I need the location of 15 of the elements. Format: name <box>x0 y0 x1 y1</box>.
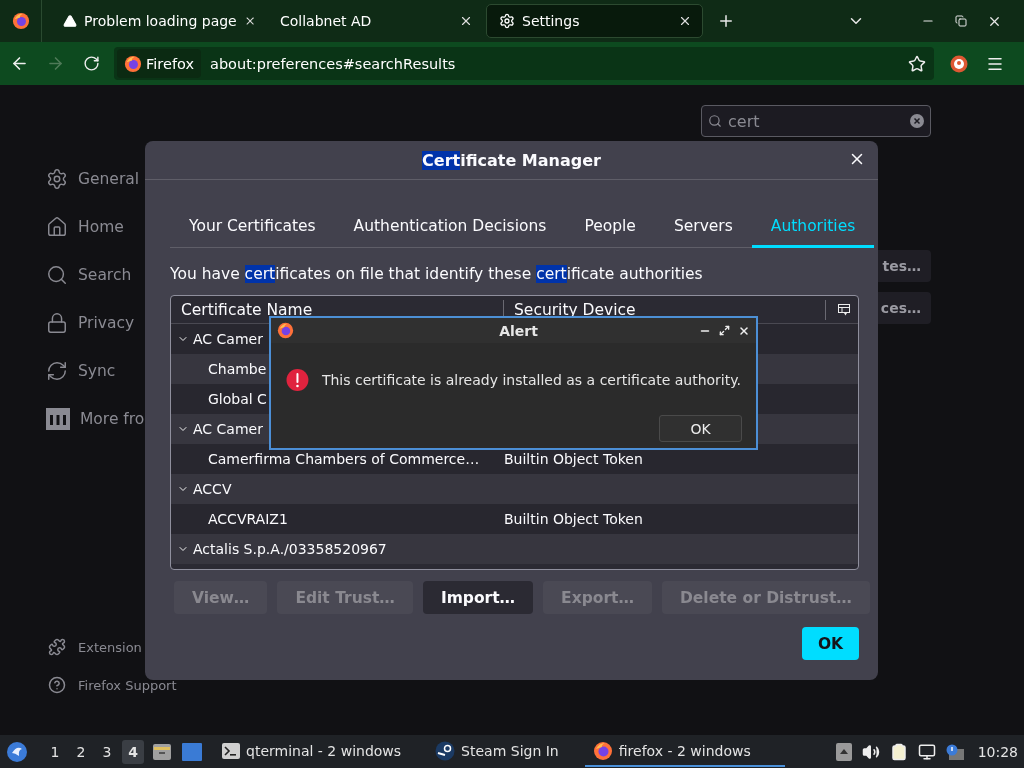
table-cell: AC Camer <box>193 331 263 347</box>
table-cell: ACCVRAIZ1 <box>208 511 288 527</box>
table-cell: Global C <box>208 391 267 407</box>
alert-title: Alert <box>498 322 539 339</box>
table-cell: Actalis S.p.A./03358520967 <box>193 541 387 557</box>
table-cell: Camerfirma Chambers of Commerce… <box>208 451 480 467</box>
table-cell: Builtin Object Token <box>504 511 643 527</box>
clock: 10:28 <box>977 743 1018 760</box>
description: You have certificates on file that identify these certificate authorities <box>170 265 704 283</box>
alert-message: This certificate is already installed as a certificate authority. <box>321 372 741 388</box>
dialog-title: Certificate Manager <box>422 150 601 170</box>
table-cell: AC Camer <box>193 421 263 437</box>
table-cell: ACCV <box>193 481 232 497</box>
table-cell: Builtin Object Token <box>504 451 643 467</box>
table-cell: Chambe <box>208 361 267 377</box>
